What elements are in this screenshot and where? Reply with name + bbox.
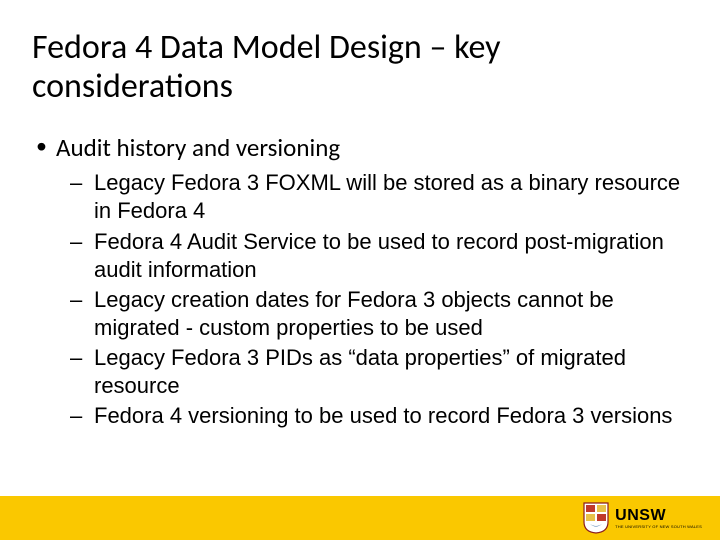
unsw-logo: UNSW THE UNIVERSITY OF NEW SOUTH WALES	[583, 502, 702, 534]
sub-bullet: Fedora 4 versioning to be used to record…	[94, 402, 688, 430]
crest-icon	[583, 502, 609, 534]
bullet-list: Audit history and versioning Legacy Fedo…	[32, 132, 688, 430]
slide-title: Fedora 4 Data Model Design – key conside…	[32, 28, 688, 106]
bullet-lvl1: Audit history and versioning Legacy Fedo…	[56, 132, 688, 430]
sub-bullet: Fedora 4 Audit Service to be used to rec…	[94, 228, 688, 284]
bullet-lvl1-text: Audit history and versioning	[56, 132, 340, 163]
logo-subtext: THE UNIVERSITY OF NEW SOUTH WALES	[615, 524, 702, 529]
logo-text-block: UNSW THE UNIVERSITY OF NEW SOUTH WALES	[615, 508, 702, 529]
sub-bullet: Legacy creation dates for Fedora 3 objec…	[94, 286, 688, 342]
sub-bullet: Legacy Fedora 3 FOXML will be stored as …	[94, 169, 688, 225]
slide: Fedora 4 Data Model Design – key conside…	[0, 0, 720, 540]
sub-bullet-list: Legacy Fedora 3 FOXML will be stored as …	[56, 169, 688, 430]
sub-bullet: Legacy Fedora 3 PIDs as “data properties…	[94, 344, 688, 400]
logo-text: UNSW	[615, 508, 702, 524]
